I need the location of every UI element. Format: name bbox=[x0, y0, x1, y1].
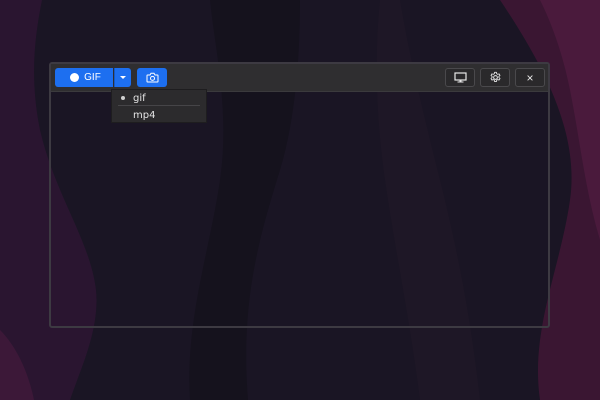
gear-icon bbox=[490, 71, 500, 82]
radio-selected-icon bbox=[117, 96, 129, 100]
toolbar: GIF × bbox=[51, 64, 548, 92]
menu-item-label: mp4 bbox=[133, 109, 156, 121]
format-dropdown-button[interactable] bbox=[114, 68, 131, 87]
chevron-down-icon bbox=[120, 76, 126, 79]
record-dot-icon bbox=[70, 73, 80, 82]
settings-button[interactable] bbox=[480, 68, 510, 87]
menu-item-label: gif bbox=[133, 92, 146, 104]
select-monitor-button[interactable] bbox=[445, 68, 475, 87]
menu-item-gif[interactable]: gif bbox=[112, 91, 206, 105]
radio-unselected-icon bbox=[117, 113, 129, 117]
format-dropdown-menu: gif mp4 bbox=[111, 89, 207, 123]
screenshot-button[interactable] bbox=[137, 68, 167, 87]
record-format-label: GIF bbox=[84, 72, 101, 83]
close-icon: × bbox=[526, 70, 534, 85]
desktop: GIF × gif mp4 bbox=[0, 0, 600, 400]
record-button[interactable]: GIF bbox=[55, 68, 113, 87]
close-button[interactable]: × bbox=[515, 68, 545, 87]
camera-icon bbox=[146, 72, 158, 83]
menu-item-mp4[interactable]: mp4 bbox=[112, 108, 206, 122]
monitor-icon bbox=[453, 72, 467, 83]
menu-separator bbox=[118, 105, 200, 106]
